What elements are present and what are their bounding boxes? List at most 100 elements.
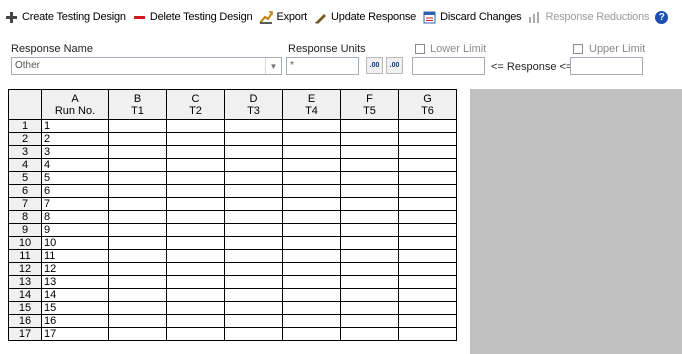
row-header[interactable]: 13 (8, 275, 42, 289)
row-header[interactable]: 8 (8, 210, 42, 224)
run-number-cell[interactable]: 15 (41, 301, 109, 315)
grid-cell[interactable] (224, 301, 283, 315)
grid-cell[interactable] (340, 197, 399, 211)
grid-cell[interactable] (282, 262, 341, 276)
grid-cell[interactable] (340, 249, 399, 263)
run-number-cell[interactable]: 11 (41, 249, 109, 263)
grid-cell[interactable] (398, 314, 457, 328)
grid-cell[interactable] (340, 145, 399, 159)
response-name-combo[interactable]: Other ▼ (11, 57, 282, 75)
grid-cell[interactable] (224, 249, 283, 263)
grid-cell[interactable] (224, 145, 283, 159)
grid-cell[interactable] (282, 119, 341, 133)
grid-cell[interactable] (282, 275, 341, 289)
grid-cell[interactable] (398, 119, 457, 133)
grid-cell[interactable] (340, 158, 399, 172)
run-number-cell[interactable]: 13 (41, 275, 109, 289)
grid-cell[interactable] (108, 301, 167, 315)
grid-cell[interactable] (108, 288, 167, 302)
grid-cell[interactable] (340, 119, 399, 133)
grid-cell[interactable] (340, 210, 399, 224)
column-header[interactable]: G T6 (398, 89, 457, 120)
grid-cell[interactable] (398, 223, 457, 237)
grid-cell[interactable] (108, 119, 167, 133)
row-header[interactable]: 6 (8, 184, 42, 198)
run-number-cell[interactable]: 10 (41, 236, 109, 250)
grid-cell[interactable] (282, 249, 341, 263)
grid-cell[interactable] (108, 275, 167, 289)
grid-cell[interactable] (398, 158, 457, 172)
grid-cell[interactable] (166, 236, 225, 250)
grid-cell[interactable] (398, 197, 457, 211)
row-header[interactable]: 17 (8, 327, 42, 341)
grid-corner[interactable] (8, 89, 42, 120)
grid-cell[interactable] (166, 171, 225, 185)
row-header[interactable]: 7 (8, 197, 42, 211)
grid-cell[interactable] (398, 145, 457, 159)
grid-cell[interactable] (398, 275, 457, 289)
row-header[interactable]: 11 (8, 249, 42, 263)
column-header[interactable]: A Run No. (41, 89, 109, 120)
grid-cell[interactable] (340, 132, 399, 146)
grid-cell[interactable] (108, 223, 167, 237)
grid-cell[interactable] (398, 327, 457, 341)
grid-cell[interactable] (340, 301, 399, 315)
update-response-button[interactable]: Update Response (312, 7, 418, 27)
grid-cell[interactable] (166, 275, 225, 289)
grid-cell[interactable] (166, 301, 225, 315)
grid-cell[interactable] (224, 119, 283, 133)
grid-cell[interactable] (340, 275, 399, 289)
grid-cell[interactable] (166, 197, 225, 211)
grid-cell[interactable] (282, 210, 341, 224)
grid-cell[interactable] (224, 314, 283, 328)
grid-cell[interactable] (108, 236, 167, 250)
column-header[interactable]: D T3 (224, 89, 283, 120)
grid-cell[interactable] (224, 197, 283, 211)
grid-cell[interactable] (224, 236, 283, 250)
grid-cell[interactable] (398, 171, 457, 185)
grid-cell[interactable] (282, 288, 341, 302)
grid-cell[interactable] (224, 275, 283, 289)
grid-cell[interactable] (398, 301, 457, 315)
grid-cell[interactable] (224, 262, 283, 276)
run-number-cell[interactable]: 3 (41, 145, 109, 159)
grid-cell[interactable] (108, 184, 167, 198)
grid-cell[interactable] (166, 249, 225, 263)
discard-changes-button[interactable]: Discard Changes (421, 7, 523, 27)
run-number-cell[interactable]: 9 (41, 223, 109, 237)
response-units-input[interactable]: * (286, 57, 359, 75)
grid-cell[interactable] (108, 132, 167, 146)
grid-cell[interactable] (282, 158, 341, 172)
grid-cell[interactable] (340, 171, 399, 185)
help-icon[interactable]: ? (655, 10, 669, 24)
run-number-cell[interactable]: 5 (41, 171, 109, 185)
row-header[interactable]: 12 (8, 262, 42, 276)
create-testing-design-button[interactable]: Create Testing Design (3, 7, 128, 27)
row-header[interactable]: 4 (8, 158, 42, 172)
row-header[interactable]: 14 (8, 288, 42, 302)
grid-cell[interactable] (108, 262, 167, 276)
grid-cell[interactable] (224, 184, 283, 198)
column-header[interactable]: B T1 (108, 89, 167, 120)
grid-cell[interactable] (282, 327, 341, 341)
grid-cell[interactable] (398, 210, 457, 224)
grid-cell[interactable] (340, 327, 399, 341)
row-header[interactable]: 3 (8, 145, 42, 159)
grid-cell[interactable] (166, 184, 225, 198)
grid-cell[interactable] (224, 327, 283, 341)
upper-limit-input[interactable] (570, 57, 643, 75)
grid-cell[interactable] (340, 223, 399, 237)
grid-cell[interactable] (282, 223, 341, 237)
grid-cell[interactable] (282, 236, 341, 250)
grid-cell[interactable] (282, 171, 341, 185)
grid-cell[interactable] (108, 197, 167, 211)
grid-cell[interactable] (166, 132, 225, 146)
grid-cell[interactable] (398, 262, 457, 276)
grid-cell[interactable] (224, 288, 283, 302)
delete-testing-design-button[interactable]: Delete Testing Design (131, 7, 255, 27)
grid-cell[interactable] (224, 132, 283, 146)
grid-cell[interactable] (340, 236, 399, 250)
export-button[interactable]: Export (257, 7, 309, 27)
run-number-cell[interactable]: 16 (41, 314, 109, 328)
grid-cell[interactable] (340, 184, 399, 198)
